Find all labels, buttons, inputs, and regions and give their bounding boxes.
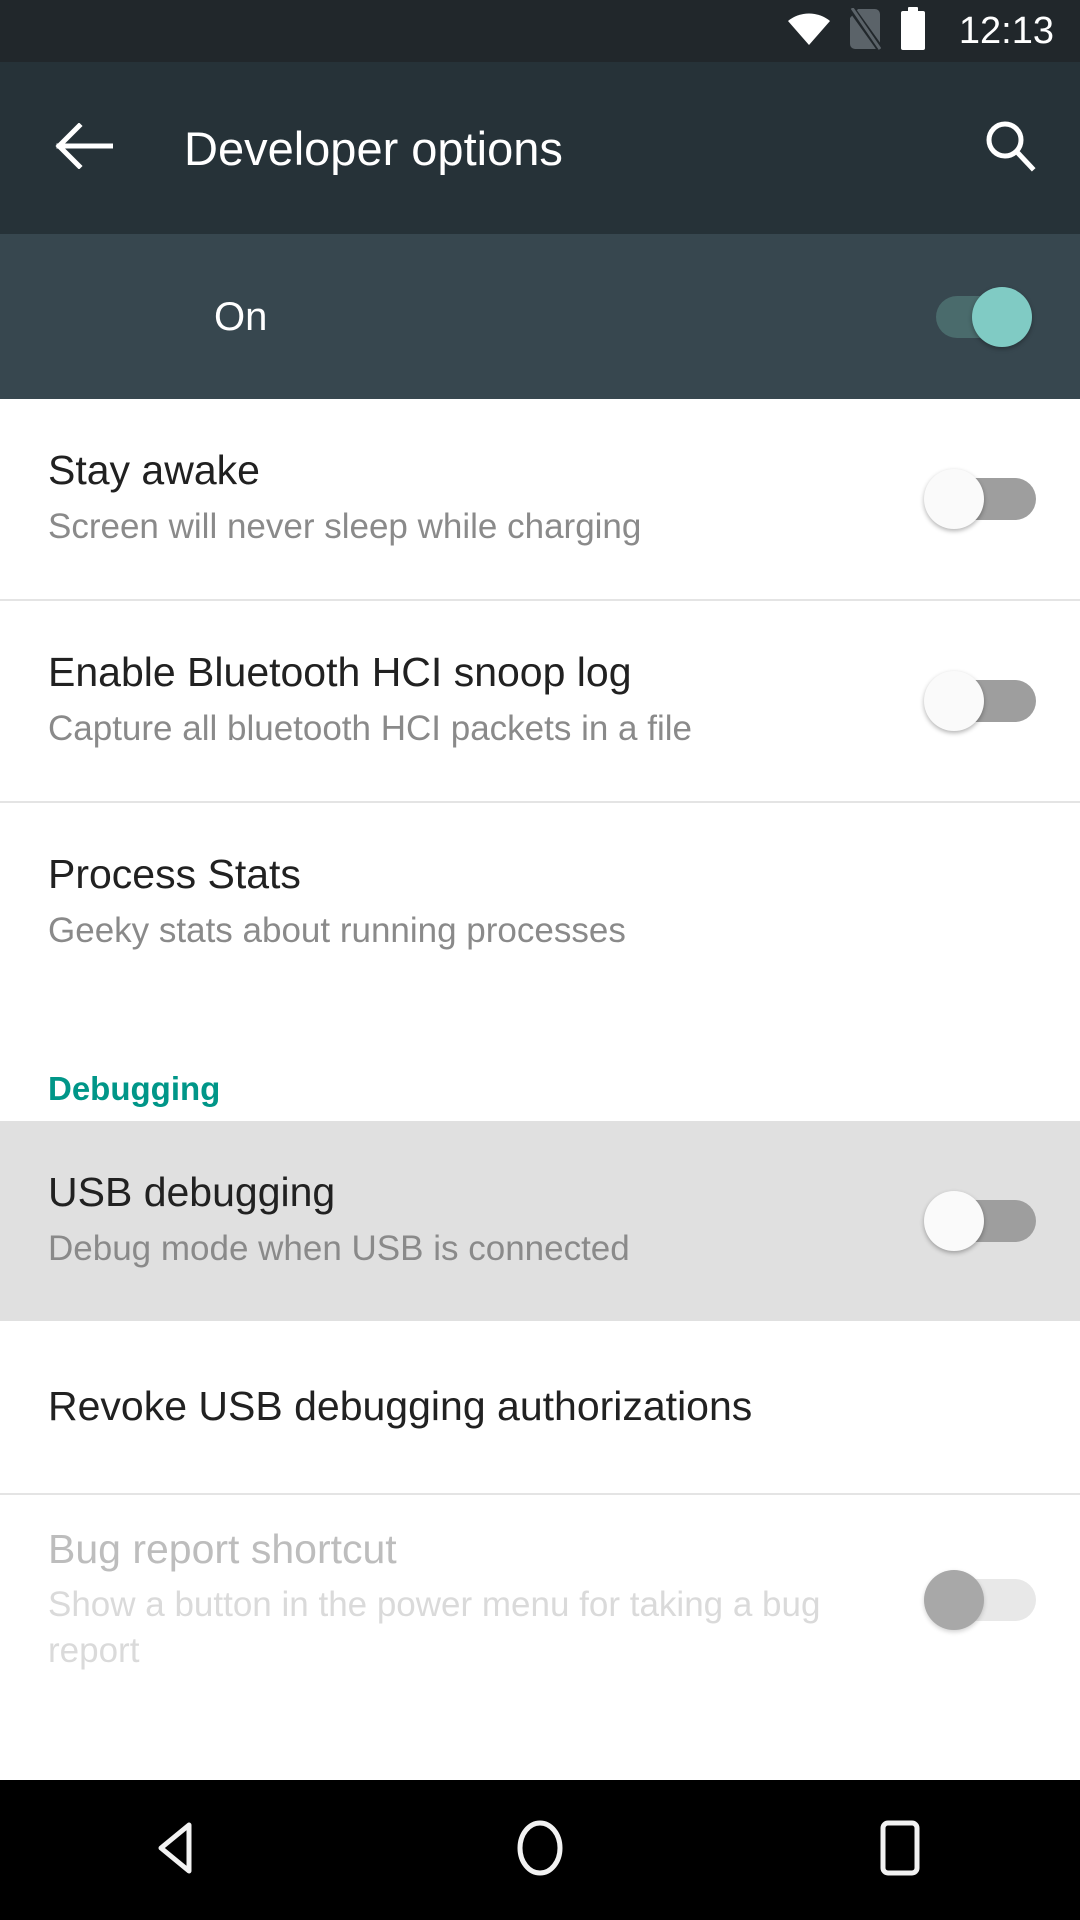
bug-report-shortcut-toggle [924,1570,1036,1630]
row-summary: Capture all bluetooth HCI packets in a f… [48,709,692,749]
row-text: Enable Bluetooth HCI snoop log Capture a… [48,649,930,751]
nav-recents-icon [877,1819,923,1882]
wifi-icon [787,12,831,51]
toggle-thumb [924,1191,984,1251]
list-item-process-stats[interactable]: Process Stats Geeky stats about running … [0,803,1080,1003]
row-text: USB debugging Debug mode when USB is con… [48,1169,930,1271]
action-bar: Developer options [0,62,1080,234]
row-title: Enable Bluetooth HCI snoop log [48,649,632,696]
section-header-debugging: Debugging [0,1003,1080,1121]
row-text: Revoke USB debugging authorizations [48,1383,1028,1430]
status-bar: 12:13 [0,0,1080,62]
list-item-bug-report-shortcut: Bug report shortcut Show a button in the… [0,1495,1080,1705]
row-summary: Debug mode when USB is connected [48,1229,630,1269]
page-title: Developer options [184,121,563,175]
row-title: Bug report shortcut [48,1525,397,1572]
nav-recents-button[interactable] [825,1780,975,1920]
arrow-back-icon [55,121,114,174]
toggle-thumb [972,286,1032,347]
row-text: Stay awake Screen will never sleep while… [48,447,930,549]
section-header-label: Debugging [48,1070,221,1107]
search-icon [982,118,1038,179]
search-button[interactable] [974,112,1046,184]
toggle-thumb [924,1570,984,1630]
settings-list: Stay awake Screen will never sleep while… [0,399,1080,1780]
row-title: Process Stats [48,851,301,898]
list-item-stay-awake[interactable]: Stay awake Screen will never sleep while… [0,399,1080,599]
bluetooth-hci-snoop-log-toggle[interactable] [924,671,1036,731]
usb-debugging-toggle[interactable] [924,1191,1036,1251]
master-switch-toggle[interactable] [930,286,1032,347]
status-bar-clock: 12:13 [958,10,1054,52]
no-sim-icon [848,5,884,55]
toggle-thumb [924,469,984,529]
row-title: USB debugging [48,1169,336,1216]
back-button[interactable] [48,112,120,184]
status-bar-icons: 12:13 [787,5,1054,56]
stay-awake-toggle[interactable] [924,469,1036,529]
battery-full-icon [899,6,927,56]
row-text: Bug report shortcut Show a button in the… [48,1525,930,1674]
row-summary: Screen will never sleep while charging [48,507,642,547]
row-title: Stay awake [48,447,260,494]
master-switch-bar[interactable]: On [0,234,1080,399]
master-switch-label: On [214,294,268,339]
list-item-usb-debugging[interactable]: USB debugging Debug mode when USB is con… [0,1121,1080,1321]
row-summary: Geeky stats about running processes [48,911,626,951]
navigation-bar [0,1780,1080,1920]
list-item-bluetooth-hci-snoop-log[interactable]: Enable Bluetooth HCI snoop log Capture a… [0,601,1080,801]
nav-home-icon [514,1818,566,1883]
list-item-revoke-usb-debugging-authorizations[interactable]: Revoke USB debugging authorizations [0,1321,1080,1493]
nav-home-button[interactable] [465,1780,615,1920]
row-text: Process Stats Geeky stats about running … [48,851,1028,953]
nav-back-button[interactable] [105,1780,255,1920]
nav-back-icon [155,1820,205,1881]
row-title: Revoke USB debugging authorizations [48,1383,753,1430]
developer-options-screen: 12:13 Developer options On Stay awake Sc… [0,0,1080,1920]
toggle-thumb [924,671,984,731]
row-summary: Show a button in the power menu for taki… [48,1585,821,1670]
